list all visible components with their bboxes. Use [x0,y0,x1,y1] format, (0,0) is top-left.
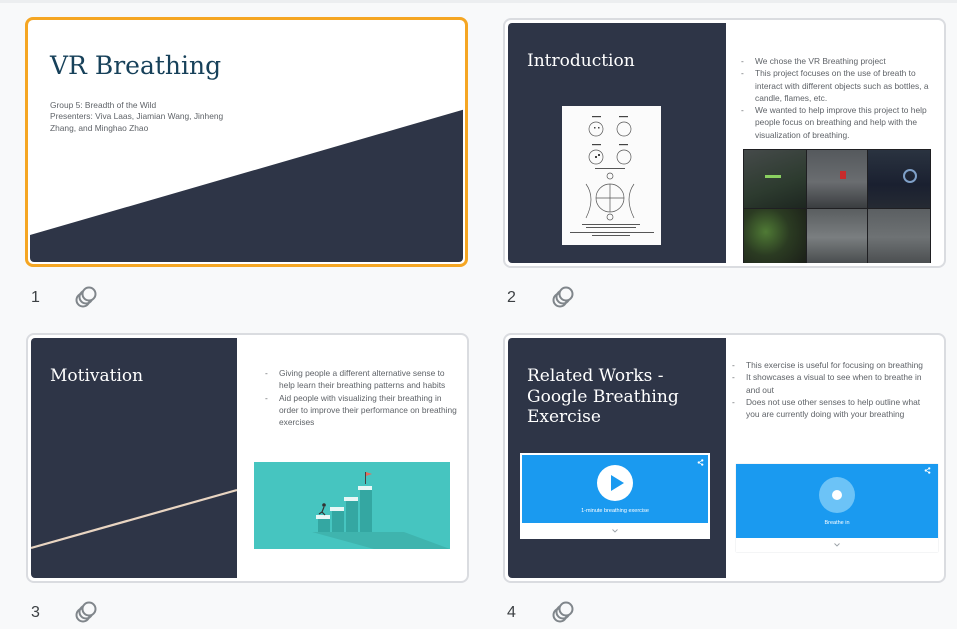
stairs-illustration [254,462,450,549]
breathe-dot [832,490,842,500]
vr-screenshot [807,150,867,208]
slide-2-bullet-list: We chose the VR Breathing project This p… [741,55,931,141]
slide-thumbnail-3[interactable]: Motivation Giving people a different alt… [26,333,469,583]
vr-screenshot [807,209,867,263]
slide-4-title: Related Works - Google Breathing Exercis… [527,366,679,428]
breathing-sketch-image [562,106,661,245]
vr-object-marker [903,169,917,183]
slide-4-bullet: Does not use other senses to help outlin… [732,396,932,421]
slide-4-canvas: Related Works - Google Breathing Exercis… [508,338,941,578]
breathe-caption: Breathe in [824,520,850,526]
video-caption: 1-minute breathing exercise [581,508,649,514]
slide-number-3: 3 [31,604,40,621]
slide-2-title: Introduction [527,51,635,71]
slide-thumbnail-1[interactable]: VR Breathing Group 5: Breadth of the Wil… [25,17,468,267]
share-icon [697,459,704,466]
stacked-circles-icon[interactable] [550,285,576,311]
slide-2-bullet: This project focuses on the use of breat… [741,67,931,104]
slide-number-4: 4 [507,604,516,621]
slide-4-bullet-list: This exercise is useful for focusing on … [732,359,932,420]
slide-4-title-line: Google Breathing [527,386,679,407]
slide-3-title: Motivation [50,366,144,386]
slide-2-canvas: Introduction - We chose the VR Breathing… [508,23,941,263]
slide-number-2: 2 [507,289,516,306]
chevron-down-icon [612,529,618,533]
slide-4-bullet: It showcases a visual to see when to bre… [732,371,932,396]
slide-2-bullet: We wanted to help improve this project t… [741,104,931,141]
top-divider [0,0,957,3]
breathe-in-card: Breathe in [736,464,938,552]
slide-3-canvas: Motivation Giving people a different alt… [31,338,464,578]
stacked-circles-icon[interactable] [550,600,576,626]
slide-thumbnail-2[interactable]: Introduction - We chose the VR Breathing… [503,18,946,268]
vr-screenshot [744,150,806,208]
vr-screenshot [744,209,806,263]
slide-number-1: 1 [31,289,40,306]
slide-2-bullet: We chose the VR Breathing project [741,55,931,68]
slide-3-bullet: Giving people a different alternative se… [265,367,457,392]
stacked-circles-icon[interactable] [73,600,99,626]
breathe-circle [819,477,855,513]
google-video-panel: 1-minute breathing exercise [522,455,708,523]
vr-object-marker [765,175,781,178]
slide-1-subtitle: Group 5: Breadth of the Wild Presenters:… [50,100,223,134]
slide-4-title-line: Related Works - [527,366,664,386]
breathe-in-panel: Breathe in [736,464,938,538]
slide-3-bullet-list: Giving people a different alternative se… [265,367,457,428]
slide-1-subtitle-line: Presenters: Viva Laas, Jiamian Wang, Jin… [50,111,224,122]
vr-screenshot [868,150,930,208]
vr-screenshot [868,209,930,263]
vr-object-marker [840,171,846,179]
chevron-down-icon [834,543,840,547]
stacked-circles-icon[interactable] [73,285,99,311]
slide-1-subtitle-line: Group 5: Breadth of the Wild [50,100,157,110]
slide-1-canvas: VR Breathing Group 5: Breadth of the Wil… [30,22,463,262]
share-icon [924,467,931,474]
slide-1-title: VR Breathing [50,51,222,80]
slide-thumbnail-4[interactable]: Related Works - Google Breathing Exercis… [503,333,946,583]
vr-screenshots-collage [743,149,931,263]
slide-4-bullet: This exercise is useful for focusing on … [732,359,932,372]
slide-4-title-line: Exercise [527,407,601,427]
google-video-card: 1-minute breathing exercise [520,453,710,539]
slide-1-subtitle-line: Zhang, and Minghao Zhao [50,122,149,133]
play-icon [597,465,633,501]
slide-3-bullet: Aid people with visualizing their breath… [265,392,457,429]
